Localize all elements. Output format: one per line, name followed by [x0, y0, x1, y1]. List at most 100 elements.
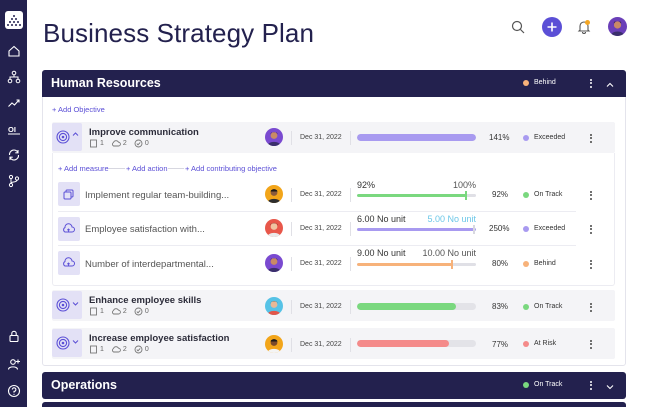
add-user-icon[interactable]: [7, 357, 21, 371]
add-action-link[interactable]: + Add action: [126, 164, 168, 173]
trend-icon[interactable]: [7, 96, 21, 110]
objective-title[interactable]: Increase employee satisfaction: [89, 333, 229, 344]
branch-icon[interactable]: [7, 174, 21, 188]
owner-avatar[interactable]: [265, 185, 283, 203]
svg-text:OI: OI: [8, 125, 16, 134]
chevron-up-icon[interactable]: [72, 131, 79, 140]
progress-marker: [451, 260, 453, 269]
cloud-icon: [111, 345, 121, 354]
more-icon[interactable]: [590, 303, 593, 313]
owner-avatar[interactable]: [265, 335, 283, 353]
more-icon[interactable]: [590, 260, 593, 270]
key-result-title[interactable]: Employee satisfaction with...: [85, 224, 205, 235]
section-status-badge: On Track: [523, 381, 562, 388]
section-more-icon[interactable]: [590, 79, 593, 89]
section-header-human-resources[interactable]: Human Resources Behind: [42, 70, 626, 97]
chevron-down-icon[interactable]: [605, 379, 615, 389]
sidebar: OI: [0, 0, 27, 407]
cloud-sync-icon: [58, 251, 80, 275]
search-icon[interactable]: [511, 20, 525, 34]
progress-bar: [357, 134, 476, 141]
user-avatar[interactable]: [608, 17, 627, 36]
check-circle-icon: [134, 307, 143, 316]
section-title: Human Resources: [51, 76, 161, 90]
due-date: Dec 31, 2022: [291, 300, 351, 314]
document-icon: [89, 139, 98, 148]
target-value: 10.00 No unit: [405, 248, 476, 258]
divider: [58, 245, 576, 246]
progress-bar: [357, 194, 476, 197]
status-badge: At Risk: [523, 340, 556, 347]
section-more-icon[interactable]: [590, 381, 593, 391]
key-result-title[interactable]: Number of interdepartmental...: [85, 259, 214, 270]
owner-avatar[interactable]: [265, 297, 283, 315]
page-title: Business Strategy Plan: [43, 18, 314, 49]
due-date: Dec 31, 2022: [291, 188, 351, 202]
current-value: 92%: [357, 180, 375, 190]
status-badge: Exceeded: [523, 134, 565, 141]
document-icon: [89, 307, 98, 316]
section-title: Operations: [51, 378, 117, 392]
task-icon: [58, 182, 80, 206]
lock-icon[interactable]: [7, 329, 21, 343]
cloud-icon: [111, 307, 121, 316]
add-button[interactable]: [542, 17, 562, 37]
progress-percent: 80%: [492, 259, 508, 268]
current-value: 9.00 No unit: [357, 248, 406, 258]
more-icon[interactable]: [590, 225, 593, 235]
add-objective-link[interactable]: + Add Objective: [52, 105, 105, 114]
divider: [58, 211, 576, 212]
progress-bar: [357, 303, 476, 310]
due-date: Dec 31, 2022: [291, 257, 351, 271]
progress-percent: 141%: [489, 133, 509, 142]
section-header-operations[interactable]: Operations On Track: [42, 372, 626, 399]
progress-bar: [357, 340, 476, 347]
progress-marker: [465, 191, 467, 200]
check-circle-icon: [134, 345, 143, 354]
target-value: 100%: [415, 180, 476, 190]
owner-avatar[interactable]: [265, 219, 283, 237]
status-badge: On Track: [523, 191, 562, 198]
owner-avatar[interactable]: [265, 128, 283, 146]
chevron-up-icon[interactable]: [605, 77, 615, 87]
notification-dot: [585, 20, 590, 25]
objective-meta: 1 2 0: [89, 345, 149, 354]
status-badge: Exceeded: [523, 225, 565, 232]
due-date: Dec 31, 2022: [291, 222, 351, 236]
section-status-badge: Behind: [523, 79, 556, 86]
progress-bar: [357, 263, 476, 266]
more-icon[interactable]: [590, 340, 593, 350]
owner-avatar[interactable]: [265, 254, 283, 272]
chevron-down-icon[interactable]: [72, 300, 79, 309]
help-icon[interactable]: [7, 384, 21, 398]
add-measure-link[interactable]: + Add measure: [58, 164, 109, 173]
due-date: Dec 31, 2022: [291, 131, 351, 145]
objective-meta: 1 2 0: [89, 307, 149, 316]
home-icon[interactable]: [7, 44, 21, 58]
hierarchy-icon[interactable]: [7, 70, 21, 84]
check-circle-icon: [134, 139, 143, 148]
chevron-down-icon[interactable]: [72, 338, 79, 347]
okr-icon[interactable]: OI: [7, 122, 21, 136]
objective-title[interactable]: Improve communication: [89, 127, 199, 138]
status-badge: Behind: [523, 260, 556, 267]
key-result-title[interactable]: Implement regular team-building...: [85, 190, 229, 201]
progress-percent: 250%: [489, 224, 509, 233]
divider: [109, 168, 125, 169]
add-contributing-objective-link[interactable]: + Add contributing objective: [185, 164, 277, 173]
current-value: 6.00 No unit: [357, 214, 406, 224]
divider: [168, 168, 184, 169]
cloud-icon: [111, 139, 121, 148]
plus-icon: [542, 17, 562, 37]
target-value: 5.00 No unit: [415, 214, 476, 224]
more-icon[interactable]: [590, 134, 593, 144]
app-logo[interactable]: [5, 11, 23, 29]
progress-percent: 77%: [492, 340, 508, 349]
objective-title[interactable]: Enhance employee skills: [89, 295, 201, 306]
document-icon: [89, 345, 98, 354]
more-icon[interactable]: [590, 191, 593, 201]
sync-icon[interactable]: [7, 148, 21, 162]
progress-percent: 83%: [492, 302, 508, 311]
next-section-header: [42, 402, 626, 407]
due-date: Dec 31, 2022: [291, 338, 351, 352]
